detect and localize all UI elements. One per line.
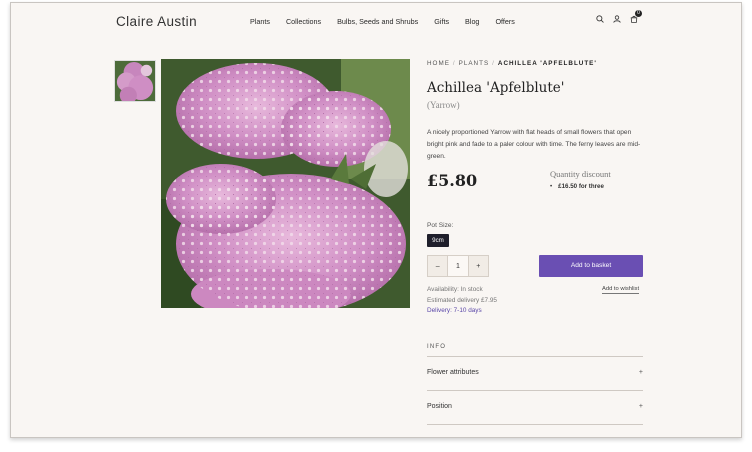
nav-item-gifts[interactable]: Gifts [434, 17, 449, 26]
breadcrumb-home[interactable]: HOME [427, 60, 450, 67]
delivery-cost: Estimated delivery £7.95 [427, 297, 497, 304]
divider [427, 424, 643, 425]
product-price: £5.80 [427, 171, 478, 190]
quantity-discount-offer: £16.50 for three [558, 183, 604, 190]
pot-size-option-9cm[interactable]: 9cm [427, 234, 449, 247]
header-icons: 0 [596, 10, 642, 23]
nav-item-collections[interactable]: Collections [286, 17, 321, 26]
cart-icon[interactable]: 0 [630, 10, 642, 23]
expand-icon[interactable]: + [639, 403, 643, 410]
accordion-position[interactable]: Position + [427, 390, 643, 424]
breadcrumb-plants[interactable]: PLANTS [459, 60, 490, 67]
quantity-input[interactable]: 1 [447, 256, 469, 276]
expand-icon[interactable]: + [639, 369, 643, 376]
product-main-image[interactable] [161, 59, 410, 308]
accordion-flower-attributes[interactable]: Flower attributes + [427, 356, 643, 390]
product-thumbnail[interactable] [114, 60, 156, 102]
pot-size-label: Pot Size: [427, 222, 454, 229]
delivery-days: Delivery: 7-10 days [427, 307, 482, 314]
browser-page: Claire Austin Plants Collections Bulbs, … [10, 2, 742, 438]
product-description: A nicely proportioned Yarrow with flat h… [427, 129, 641, 160]
quantity-discount-item: • £16.50 for three [550, 183, 604, 190]
add-to-basket-button[interactable]: Add to basket [539, 255, 643, 277]
bullet: • [550, 183, 553, 190]
search-icon[interactable] [596, 15, 604, 23]
product-title: Achillea 'Apfelblute' [427, 80, 565, 96]
availability-status: Availability: In stock [427, 286, 483, 293]
add-to-wishlist-link[interactable]: Add to wishlist [602, 286, 640, 294]
quantity-increase-button[interactable]: + [469, 256, 488, 276]
breadcrumb-separator: / [492, 60, 495, 67]
info-heading: INFO [427, 344, 447, 350]
nav-item-offers[interactable]: Offers [495, 17, 514, 26]
accordion-label: Flower attributes [427, 369, 479, 376]
breadcrumb-separator: / [452, 60, 456, 67]
nav-item-bulbs-seeds-shrubs[interactable]: Bulbs, Seeds and Shrubs [337, 17, 418, 26]
nav-item-blog[interactable]: Blog [465, 17, 479, 26]
main-nav: Plants Collections Bulbs, Seeds and Shru… [250, 17, 531, 26]
site-logo[interactable]: Claire Austin [116, 14, 197, 29]
accordion-label: Position [427, 403, 452, 410]
nav-item-plants[interactable]: Plants [250, 17, 270, 26]
cart-count-badge: 0 [635, 10, 642, 17]
quantity-decrease-button[interactable]: – [428, 256, 447, 276]
account-icon[interactable] [613, 15, 621, 23]
quantity-discount-title: Quantity discount [550, 169, 611, 179]
quantity-stepper: – 1 + [427, 255, 489, 277]
breadcrumb-current: ACHILLEA 'APFELBLUTE' [497, 60, 597, 67]
breadcrumb: HOME / PLANTS / ACHILLEA 'APFELBLUTE' [427, 60, 597, 67]
product-subtitle: (Yarrow) [427, 100, 460, 110]
